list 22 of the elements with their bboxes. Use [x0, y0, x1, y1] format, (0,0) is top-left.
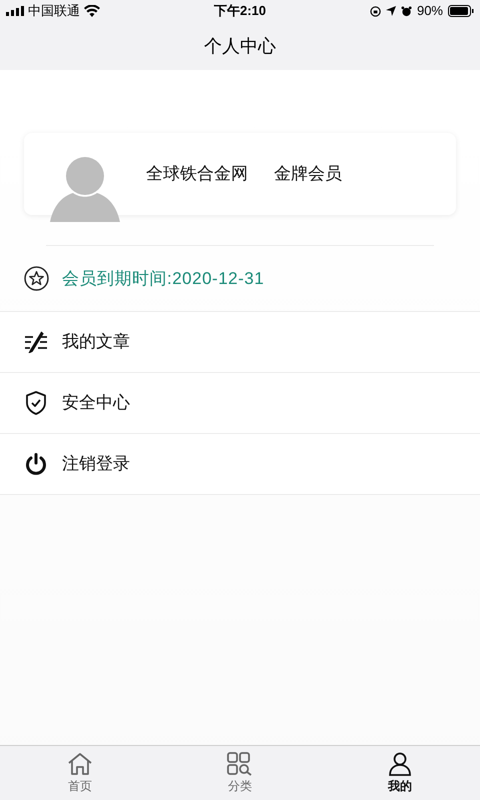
- tab[interactable]: 首页: [0, 746, 160, 800]
- carrier-name: 中国联通: [28, 2, 80, 20]
- page-title: 个人中心: [204, 34, 276, 58]
- membership-expiry: 会员到期时间:2020-12-31: [62, 268, 264, 290]
- power-icon: [25, 453, 47, 475]
- pen-lines-icon: [24, 331, 48, 353]
- lock-rotation-icon: [370, 6, 381, 16]
- battery-percent: 90%: [416, 2, 443, 20]
- grid-search-icon: [227, 752, 253, 776]
- battery-icon: [448, 5, 474, 17]
- status-time: 下午2:10: [214, 2, 266, 20]
- home-icon: [67, 752, 93, 776]
- user-icon: [387, 752, 413, 776]
- alarm-icon: [400, 6, 412, 16]
- profile-name: 全球铁合金网: [146, 163, 248, 186]
- tab[interactable]: 分类: [160, 746, 320, 800]
- member-level: 金牌会员: [274, 163, 342, 186]
- location-icon: [386, 6, 396, 16]
- shield-check-icon: [25, 391, 47, 415]
- wifi-icon: [84, 5, 100, 17]
- tab[interactable]: 我的: [320, 746, 480, 800]
- signal-icon: [6, 6, 24, 16]
